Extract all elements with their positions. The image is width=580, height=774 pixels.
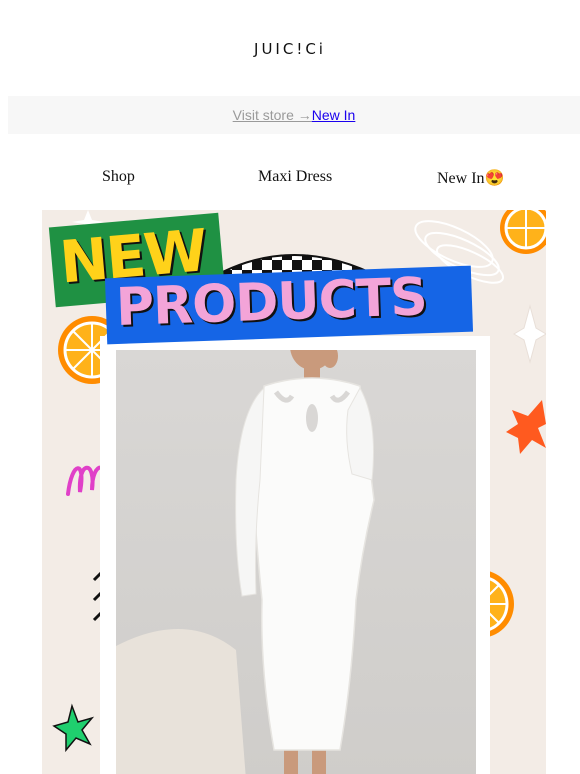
hero-banner[interactable]: NEW PRODUCTS [42,210,546,774]
chair-shape [116,629,246,774]
nav-item-maxi-dress[interactable]: Maxi Dress [258,168,332,186]
products-badge-text: PRODUCTS [114,267,428,339]
new-in-link[interactable]: New In [312,107,356,123]
orange-slice-icon [500,210,546,254]
main-nav: Shop Maxi Dress New In😍 [0,168,580,192]
sparkle-icon [513,304,546,364]
products-badge: PRODUCTS [104,265,474,345]
brand-logo[interactable]: JUIC!Ci [0,40,580,58]
nav-item-new-in[interactable]: New In😍 [437,168,504,188]
starburst-icon [506,400,546,454]
product-photo[interactable] [116,350,476,774]
green-star-icon [52,703,95,753]
store-bar: Visit store → New In [8,96,580,134]
model-illustration [116,350,375,774]
nav-item-shop[interactable]: Shop [102,168,135,186]
visit-store-link[interactable]: Visit store → [233,107,312,123]
product-photo-frame [100,336,490,774]
